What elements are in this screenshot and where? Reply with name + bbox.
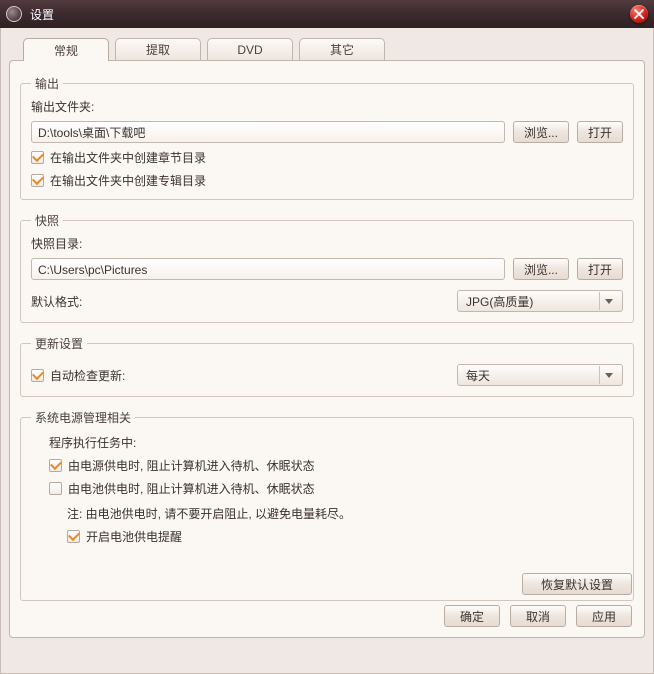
checkbox-battery-remind[interactable]: 开启电池供电提醒	[67, 528, 623, 545]
button-label: 打开	[588, 261, 612, 278]
power-heading: 程序执行任务中:	[49, 434, 623, 451]
checkbox-label: 在输出文件夹中创建章节目录	[50, 149, 206, 166]
chevron-down-icon	[599, 292, 618, 310]
group-update: 更新设置 自动检查更新: 每天	[20, 335, 634, 397]
checkbox-icon	[31, 174, 44, 187]
snapshot-open-button[interactable]: 打开	[577, 258, 623, 280]
checkbox-block-standby-battery[interactable]: 由电池供电时, 阻止计算机进入待机、休眠状态	[49, 480, 623, 497]
tab-label: 常规	[54, 42, 78, 59]
checkbox-label: 开启电池供电提醒	[86, 528, 182, 545]
snapshot-folder-input[interactable]: C:\Users\pc\Pictures	[31, 258, 505, 280]
apply-button[interactable]: 应用	[576, 605, 632, 627]
group-output: 输出 输出文件夹: D:\tools\桌面\下载吧 浏览... 打开 在输出文件…	[20, 75, 634, 200]
checkbox-block-standby-ac[interactable]: 由电源供电时, 阻止计算机进入待机、休眠状态	[49, 457, 623, 474]
snapshot-folder-label: 快照目录:	[31, 235, 623, 252]
select-value: 每天	[466, 367, 599, 384]
tab-label: DVD	[237, 43, 262, 57]
restore-defaults-button[interactable]: 恢复默认设置	[522, 573, 632, 595]
close-icon[interactable]	[630, 5, 648, 23]
output-folder-label: 输出文件夹:	[31, 98, 623, 115]
snapshot-format-select[interactable]: JPG(高质量)	[457, 290, 623, 312]
group-legend: 输出	[31, 75, 63, 92]
power-note: 注: 由电池供电时, 请不要开启阻止, 以避免电量耗尽。	[67, 505, 623, 522]
checkbox-label: 由电池供电时, 阻止计算机进入待机、休眠状态	[68, 480, 315, 497]
button-label: 浏览...	[524, 124, 558, 141]
cancel-button[interactable]: 取消	[510, 605, 566, 627]
group-legend: 更新设置	[31, 335, 87, 352]
checkbox-label: 在输出文件夹中创建专辑目录	[50, 172, 206, 189]
app-icon	[6, 6, 22, 22]
checkbox-icon	[67, 530, 80, 543]
snapshot-browse-button[interactable]: 浏览...	[513, 258, 569, 280]
group-legend: 快照	[31, 212, 63, 229]
chevron-down-icon	[599, 366, 618, 384]
button-label: 恢复默认设置	[541, 576, 613, 593]
input-value: D:\tools\桌面\下载吧	[38, 126, 145, 140]
output-folder-input[interactable]: D:\tools\桌面\下载吧	[31, 121, 505, 143]
restore-defaults-wrap: 恢复默认设置	[522, 573, 632, 595]
tab-general[interactable]: 常规	[23, 38, 109, 61]
checkbox-create-album-dir[interactable]: 在输出文件夹中创建专辑目录	[31, 172, 623, 189]
button-label: 打开	[588, 124, 612, 141]
group-snapshot: 快照 快照目录: C:\Users\pc\Pictures 浏览... 打开 默…	[20, 212, 634, 323]
snapshot-format-label: 默认格式:	[31, 293, 449, 310]
output-browse-button[interactable]: 浏览...	[513, 121, 569, 143]
checkbox-icon	[49, 459, 62, 472]
ok-button[interactable]: 确定	[444, 605, 500, 627]
checkbox-icon	[31, 151, 44, 164]
output-open-button[interactable]: 打开	[577, 121, 623, 143]
window-title: 设置	[30, 6, 630, 23]
group-legend: 系统电源管理相关	[31, 409, 135, 426]
window-body: 常规 提取 DVD 其它 输出 输出文件夹: D:\tools\桌面\下载吧 浏…	[0, 28, 654, 674]
tab-extract[interactable]: 提取	[115, 38, 201, 60]
button-label: 确定	[460, 608, 484, 625]
tab-other[interactable]: 其它	[299, 38, 385, 60]
select-value: JPG(高质量)	[466, 293, 599, 310]
checkbox-label: 由电源供电时, 阻止计算机进入待机、休眠状态	[68, 457, 315, 474]
checkbox-auto-update[interactable]: 自动检查更新:	[31, 367, 449, 384]
tab-label: 提取	[146, 41, 170, 58]
tab-bar: 常规 提取 DVD 其它	[23, 38, 645, 60]
titlebar: 设置	[0, 0, 654, 29]
tab-dvd[interactable]: DVD	[207, 38, 293, 60]
checkbox-create-chapter-dir[interactable]: 在输出文件夹中创建章节目录	[31, 149, 623, 166]
checkbox-label: 自动检查更新:	[50, 367, 125, 384]
tab-panel: 输出 输出文件夹: D:\tools\桌面\下载吧 浏览... 打开 在输出文件…	[9, 60, 645, 638]
dialog-footer: 确定 取消 应用	[444, 605, 632, 627]
checkbox-icon	[31, 369, 44, 382]
input-value: C:\Users\pc\Pictures	[38, 263, 147, 277]
checkbox-icon	[49, 482, 62, 495]
button-label: 应用	[592, 608, 616, 625]
update-frequency-select[interactable]: 每天	[457, 364, 623, 386]
tab-label: 其它	[330, 41, 354, 58]
button-label: 浏览...	[524, 261, 558, 278]
button-label: 取消	[526, 608, 550, 625]
